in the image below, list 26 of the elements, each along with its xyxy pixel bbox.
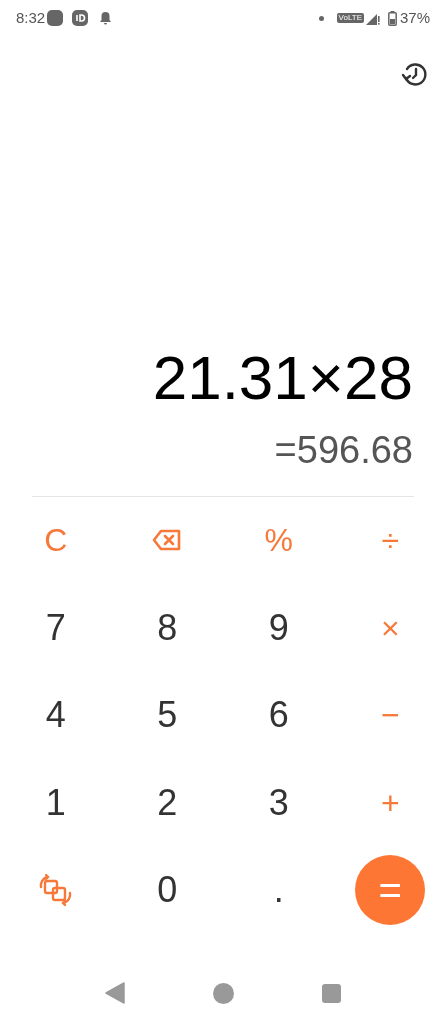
bell-icon bbox=[99, 11, 113, 25]
digit-key[interactable]: 5 bbox=[145, 689, 190, 742]
id-app-icon bbox=[72, 10, 89, 26]
battery-level: 37% bbox=[399, 7, 430, 28]
digit-key[interactable]: 0 bbox=[145, 864, 190, 917]
battery-icon bbox=[387, 10, 397, 26]
digit-key[interactable]: . bbox=[261, 864, 296, 917]
digit-key[interactable]: 9 bbox=[256, 601, 301, 654]
digit-key[interactable]: 2 bbox=[145, 776, 190, 829]
result-display: =596.68 bbox=[274, 427, 414, 472]
app-notification-icon bbox=[47, 10, 64, 26]
home-icon[interactable] bbox=[213, 982, 234, 1004]
backspace-icon bbox=[152, 528, 183, 553]
digit-key[interactable]: 8 bbox=[145, 601, 190, 654]
digit-key[interactable]: 3 bbox=[256, 776, 301, 829]
digit-key[interactable]: 4 bbox=[33, 689, 78, 742]
digit-key[interactable]: 7 bbox=[33, 601, 78, 654]
history-icon bbox=[401, 61, 429, 89]
status-time: 8:32 bbox=[16, 7, 46, 28]
converter-icon bbox=[37, 873, 74, 908]
expression-display: 21.31×28 bbox=[152, 341, 414, 414]
history-button[interactable] bbox=[401, 61, 429, 89]
recents-icon[interactable] bbox=[322, 983, 341, 1003]
digit-key[interactable]: 1 bbox=[33, 776, 78, 829]
back-icon[interactable] bbox=[105, 982, 125, 1004]
digit-key[interactable]: 6 bbox=[256, 689, 301, 742]
